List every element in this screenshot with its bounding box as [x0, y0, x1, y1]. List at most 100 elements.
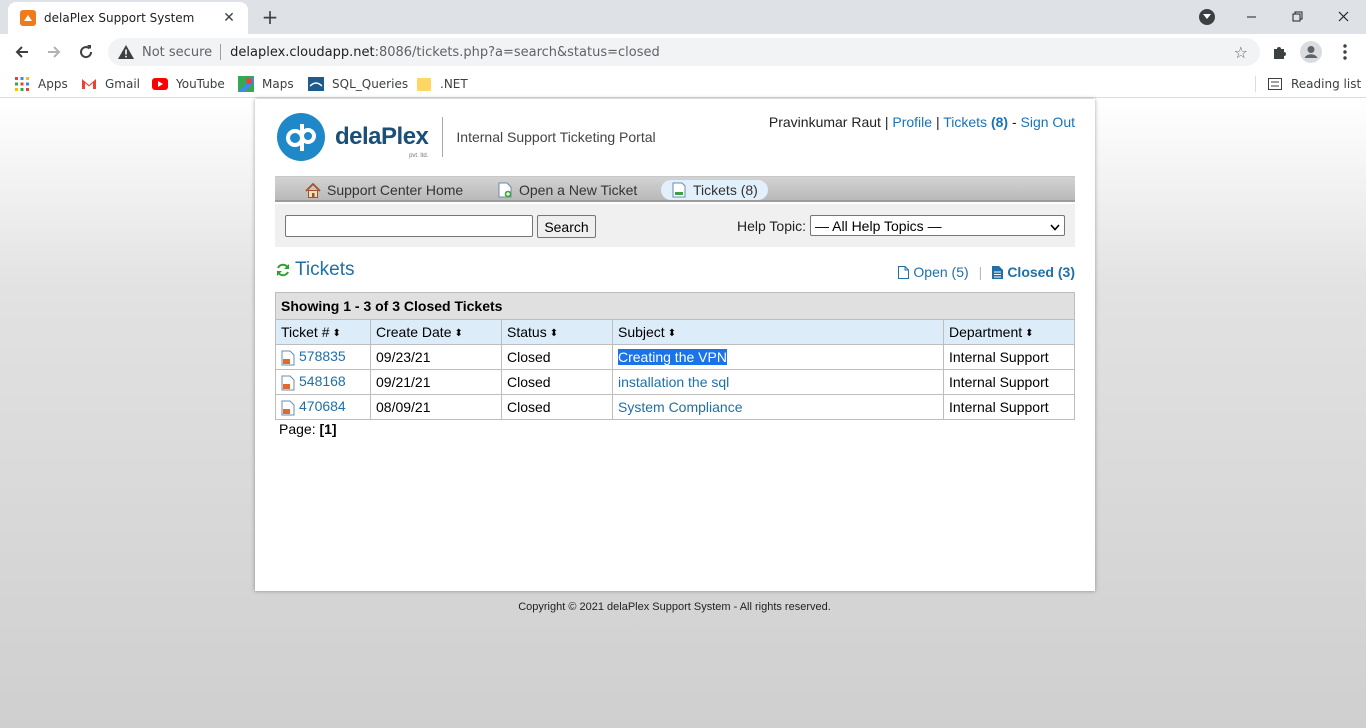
subject-cell: installation the sql [612, 369, 944, 395]
sort-icon: ⬍ [667, 327, 677, 339]
column-header-ticket[interactable]: Ticket # ⬍ [275, 319, 371, 345]
browser-tab[interactable]: delaPlex Support System ✕ [8, 2, 248, 34]
tab-search-icon[interactable] [1199, 9, 1215, 25]
nav-support-home[interactable]: Support Center Home [295, 180, 473, 200]
tab-close-icon[interactable]: ✕ [220, 10, 238, 26]
subject-link[interactable]: Creating the VPN [618, 349, 727, 365]
subject-link[interactable]: System Compliance [618, 399, 743, 415]
portal-title: Internal Support Ticketing Portal [456, 129, 656, 145]
tickets-link[interactable]: Tickets (8) [943, 114, 1008, 130]
tickets-heading-text[interactable]: Tickets [295, 259, 354, 281]
ticket-file-icon [281, 375, 295, 391]
reading-list-label: Reading list [1291, 77, 1362, 91]
search-bar: Search Help Topic: — All Help Topics — [275, 204, 1075, 247]
minimize-window-icon[interactable] [1228, 0, 1274, 32]
ticket-number-cell: 578835 [275, 344, 371, 370]
closed-filter-label: Closed (3) [1007, 264, 1075, 280]
main-nav: Support Center Home Open a New Ticket Ti… [275, 176, 1075, 202]
ticket-file-icon [281, 350, 295, 366]
tickets-link-count: (8) [990, 114, 1009, 130]
separator: | [884, 114, 889, 130]
logo-subtext: pvt. ltd. [409, 153, 429, 159]
refresh-icon[interactable] [275, 262, 291, 278]
nav-new-ticket[interactable]: Open a New Ticket [487, 180, 647, 200]
closed-tickets-filter[interactable]: Closed (3) [992, 264, 1075, 280]
department-cell: Internal Support [943, 344, 1075, 370]
bookmark-maps[interactable]: Maps [238, 76, 294, 92]
reading-list-button[interactable]: Reading list [1267, 76, 1361, 92]
ticket-number-link[interactable]: 548168 [299, 373, 346, 389]
table-row: 470684 08/09/21 Closed System Compliance… [275, 394, 1075, 420]
bookmark-youtube[interactable]: YouTube [152, 76, 225, 92]
close-window-icon[interactable] [1320, 0, 1366, 32]
bookmark-star-icon[interactable]: ☆ [1234, 43, 1248, 62]
subject-cell: System Compliance [612, 394, 944, 420]
forward-arrow-icon[interactable] [40, 38, 68, 66]
reading-list-icon [1267, 76, 1283, 92]
department-cell: Internal Support [943, 369, 1075, 395]
back-arrow-icon[interactable] [8, 38, 36, 66]
open-filter-label: Open (5) [913, 264, 969, 280]
warning-icon[interactable] [118, 44, 134, 60]
tickets-icon [671, 182, 687, 198]
document-filled-icon [992, 265, 1004, 279]
extensions-puzzle-icon[interactable] [1269, 41, 1291, 63]
restore-window-icon[interactable] [1274, 0, 1320, 32]
gmail-icon [81, 76, 97, 92]
tickets-table: Showing 1 - 3 of 3 Closed Tickets Ticket… [275, 292, 1075, 420]
nav-label: Open a New Ticket [519, 182, 638, 198]
bookmark-apps[interactable]: Apps [14, 76, 68, 92]
site-logo[interactable]: delaPlex pvt. ltd. Internal Support Tick… [277, 113, 656, 161]
account-avatar-icon[interactable] [1300, 41, 1322, 63]
home-icon [305, 182, 321, 198]
ticket-number-link[interactable]: 470684 [299, 398, 346, 414]
bookmarks-divider [1255, 76, 1256, 92]
column-label: Department [949, 324, 1023, 340]
sort-icon: ⬍ [549, 327, 559, 339]
reload-icon[interactable] [72, 38, 100, 66]
open-tickets-filter[interactable]: Open (5) [898, 264, 969, 280]
column-header-status[interactable]: Status ⬍ [501, 319, 613, 345]
ticket-number-cell: 470684 [275, 394, 371, 420]
new-tab-button[interactable]: + [258, 5, 282, 29]
tab-title: delaPlex Support System [44, 11, 195, 25]
apps-grid-icon [14, 76, 30, 92]
column-label: Create Date [376, 324, 452, 340]
tickets-link-label: Tickets [943, 114, 988, 130]
bookmark-dotnet[interactable]: .NET [416, 76, 468, 92]
address-bar[interactable]: Not secure delaplex.cloudapp.net:8086/ti… [108, 38, 1260, 66]
date-cell: 08/09/21 [370, 394, 502, 420]
browser-tabstrip: delaPlex Support System ✕ + [0, 0, 1366, 34]
nav-tickets[interactable]: Tickets (8) [661, 180, 768, 200]
bookmark-label: Maps [262, 77, 294, 91]
subject-link[interactable]: installation the sql [618, 374, 729, 390]
bookmark-label: .NET [440, 77, 468, 91]
security-label: Not secure [142, 44, 213, 60]
column-header-subject[interactable]: Subject ⬍ [612, 319, 944, 345]
maps-icon [238, 76, 254, 92]
filter-separator: | [978, 264, 983, 280]
status-filters: Open (5) | Closed (3) [898, 264, 1075, 280]
sign-out-link[interactable]: Sign Out [1021, 114, 1075, 130]
search-button[interactable]: Search [537, 215, 596, 238]
column-header-department[interactable]: Department ⬍ [943, 319, 1075, 345]
chevron-down-icon [1050, 218, 1060, 234]
table-row: 578835 09/23/21 Closed Creating the VPN … [275, 344, 1075, 370]
nav-label: Support Center Home [327, 182, 464, 198]
ticket-number-link[interactable]: 578835 [299, 348, 346, 364]
profile-link[interactable]: Profile [892, 114, 932, 130]
browser-menu-icon[interactable] [1334, 41, 1356, 63]
separator: - [1011, 114, 1017, 130]
nav-label: Tickets (8) [693, 182, 758, 198]
logo-text: delaPlex [335, 123, 429, 150]
bookmark-sql-queries[interactable]: SQL_Queries [308, 76, 408, 92]
bookmark-label: Gmail [105, 77, 141, 91]
column-header-date[interactable]: Create Date ⬍ [370, 319, 502, 345]
delaplex-logo-icon [277, 113, 325, 161]
date-cell: 09/21/21 [370, 369, 502, 395]
bookmark-gmail[interactable]: Gmail [81, 76, 140, 92]
footer-copyright: Copyright © 2021 delaPlex Support System… [518, 601, 831, 613]
current-page[interactable]: [1] [319, 421, 336, 437]
help-topic-select[interactable]: — All Help Topics — [810, 215, 1065, 236]
search-input[interactable] [285, 215, 533, 237]
